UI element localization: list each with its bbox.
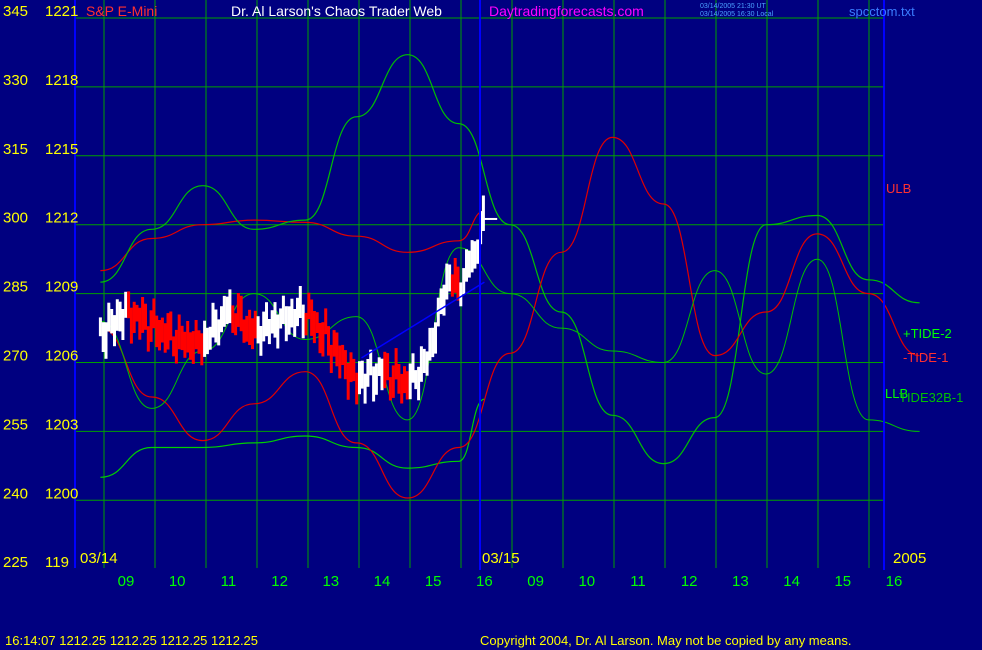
left-tick-label: 270 — [3, 348, 28, 365]
date-label-2: 03/15 — [482, 550, 520, 567]
copyright: Copyright 2004, Dr. Al Larson. May not b… — [480, 633, 851, 648]
hour-tick-label: 09 — [527, 573, 544, 590]
hour-tick-label: 16 — [476, 573, 493, 590]
left-tick-label: 240 — [3, 485, 28, 502]
hour-tick-label: 15 — [834, 573, 851, 590]
hour-tick-label: 12 — [271, 573, 288, 590]
price-tick-label: 1206 — [45, 348, 78, 365]
price-tick-label: 1200 — [45, 485, 78, 502]
left-tick-label: 300 — [3, 210, 28, 227]
left-tick-label: 255 — [3, 416, 28, 433]
hour-tick-label: 09 — [118, 573, 135, 590]
price-tick-label: 1218 — [45, 72, 78, 89]
utc-time: 03/14/2005 21:30 UT — [700, 3, 766, 10]
label-tide-minus: -TIDE-1 — [903, 350, 949, 365]
title-left: S&P E-Mini — [86, 3, 157, 19]
price-tick-label: 1212 — [45, 210, 78, 227]
left-tick-label: 345 — [3, 3, 28, 20]
left-tick-label: 315 — [3, 141, 28, 158]
file-name: spcctom.txt — [849, 4, 915, 19]
price-tick-label: 119 — [45, 554, 69, 571]
site-link[interactable]: Daytradingforecasts.com — [489, 3, 644, 19]
hour-tick-label: 15 — [425, 573, 442, 590]
label-tide-plus: +TIDE-2 — [903, 326, 952, 341]
left-tick-label: 285 — [3, 279, 28, 296]
hour-tick-label: 14 — [374, 573, 391, 590]
hour-tick-label: 10 — [578, 573, 595, 590]
label-tide32b: TIDE32B-1 — [899, 390, 963, 405]
price-chart: 345330315300285270255240225 122112181215… — [0, 0, 982, 650]
left-tick-label: 330 — [3, 72, 28, 89]
hour-tick-label: 13 — [732, 573, 749, 590]
hour-tick-label: 16 — [886, 573, 903, 590]
hour-tick-label: 12 — [681, 573, 698, 590]
hour-tick-label: 13 — [322, 573, 339, 590]
date-label-1: 03/14 — [80, 550, 118, 567]
price-tick-label: 1209 — [45, 279, 78, 296]
hour-tick-label: 11 — [221, 573, 237, 590]
price-tick-label: 1215 — [45, 141, 78, 158]
label-ulb: ULB — [886, 181, 911, 196]
year-label: 2005 — [893, 550, 926, 567]
left-tick-label: 225 — [3, 554, 28, 571]
title-center: Dr. Al Larson's Chaos Trader Web — [231, 3, 442, 19]
hour-tick-label: 14 — [783, 573, 800, 590]
local-time: 03/14/2005 16:30 Local — [700, 11, 774, 18]
hour-tick-label: 10 — [169, 573, 186, 590]
left-axis: 345 330 315 300 285 270 255 240 225 — [3, 3, 28, 571]
hour-tick-label: 11 — [630, 573, 646, 590]
price-tick-label: 1203 — [45, 416, 78, 433]
price-tick-label: 1221 — [45, 3, 78, 20]
quote-readout: 16:14:07 1212.25 1212.25 1212.25 1212.25 — [5, 633, 258, 648]
price-axis: 1221 1218 1215 1212 1209 1206 1203 1200 119 — [45, 3, 78, 571]
